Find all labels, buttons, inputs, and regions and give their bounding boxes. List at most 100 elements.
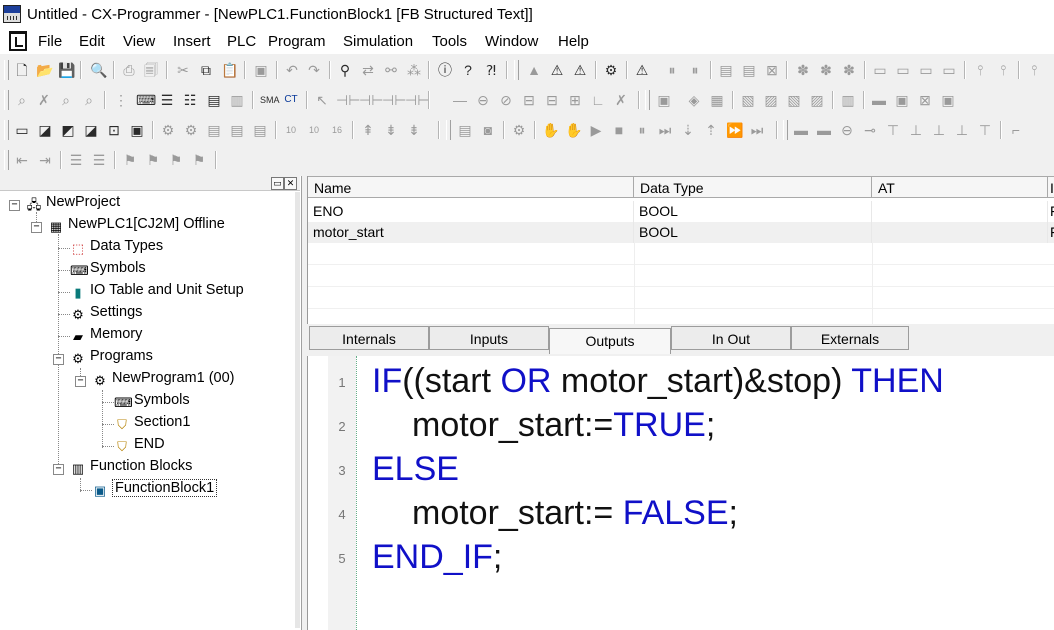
menu-window[interactable]: Window [485, 33, 538, 50]
redo-icon[interactable]: ↷ [306, 62, 322, 78]
new-icon[interactable]: 🗋 [14, 62, 30, 78]
toolbar-grip[interactable] [645, 90, 650, 110]
tree-item-end[interactable]: ⛉ END [114, 436, 165, 458]
select-icon[interactable]: ✗ [36, 92, 52, 108]
app-icon[interactable] [3, 5, 21, 23]
contact-no-icon[interactable]: ⊣⊢ [336, 92, 360, 108]
address-icon[interactable]: ⁂ [406, 62, 422, 78]
toolbar-grip[interactable] [4, 60, 9, 80]
vertical-line-icon[interactable]: ∟ [590, 92, 606, 108]
whats-this-icon[interactable]: ⁈ [483, 62, 499, 78]
column-header-data-type[interactable]: Data Type [634, 176, 872, 198]
menu-simulation[interactable]: Simulation [343, 33, 413, 50]
menu-program[interactable]: Program [268, 33, 326, 50]
monitor-icon[interactable]: ⚙ [603, 62, 619, 78]
replace-icon[interactable]: ⇄ [360, 62, 376, 78]
sfc-view-icon[interactable]: ⊡ [106, 122, 122, 138]
io-icon[interactable]: ⚠ [572, 62, 588, 78]
open-icon[interactable]: 📂 [36, 62, 53, 78]
zoom-16-icon[interactable]: 16 [329, 122, 345, 138]
zoom-16-icon[interactable]: 10 [306, 122, 322, 138]
function-icon[interactable]: ⊞ [567, 92, 583, 108]
tree-item-plc[interactable]: ▦ NewPLC1[CJ2M] Offline [48, 216, 225, 238]
settings-icon[interactable]: ▤ [252, 122, 268, 138]
step-out-icon[interactable]: ⇡ [703, 122, 719, 138]
force-off-icon[interactable]: ⇟ [383, 122, 399, 138]
uncomment-icon[interactable]: ☰ [91, 152, 107, 168]
step-icon[interactable]: ⏭ [657, 122, 673, 138]
copy-icon[interactable]: ⧉ [198, 62, 214, 78]
list-icon[interactable]: ☰ [159, 92, 175, 108]
table-row[interactable]: motor_start BOOL F [308, 222, 1054, 243]
toolbar-grip[interactable] [4, 90, 9, 110]
prev-bookmark-icon[interactable]: ⚑ [168, 152, 184, 168]
print-icon[interactable]: ⎙ [121, 62, 137, 78]
chart-view-icon[interactable]: ◪ [83, 122, 99, 138]
find-replace-icon[interactable]: ⚯ [383, 62, 399, 78]
st-view-icon[interactable]: ◩ [60, 122, 76, 138]
online-icon[interactable]: ⚙ [511, 122, 527, 138]
section-icon[interactable]: ▤ [206, 92, 222, 108]
document-window-icon[interactable] [9, 31, 27, 51]
fast-forward-icon[interactable]: ⏩ [726, 122, 743, 138]
indent-icon[interactable]: ⇤ [14, 152, 30, 168]
pointer-icon[interactable]: ↖ [314, 92, 330, 108]
zoom-16-icon[interactable]: 10 [283, 122, 299, 138]
help-icon[interactable]: ? [460, 62, 476, 78]
table-icon[interactable]: ☷ [182, 92, 198, 108]
table-row[interactable]: ENO BOOL F [308, 201, 1054, 222]
coil-not-icon[interactable]: ⊘ [498, 92, 514, 108]
menu-edit[interactable]: Edit [79, 33, 105, 50]
force-on-icon[interactable]: ⇞ [360, 122, 376, 138]
close-icon[interactable]: ✕ [284, 177, 297, 190]
contact-nc-icon[interactable]: ⊣⊢ [359, 92, 383, 108]
tab-externals[interactable]: Externals [791, 326, 909, 350]
step-in-icon[interactable]: ⇣ [680, 122, 696, 138]
menu-plc[interactable]: PLC [227, 33, 256, 50]
tree-item-project[interactable]: 🖧 NewProject [26, 194, 120, 216]
toolbar-grip[interactable] [4, 120, 9, 140]
pause-icon[interactable]: ⏸ [664, 62, 680, 78]
tree-item-function-blocks[interactable]: ▥ Function Blocks [70, 458, 193, 480]
tree-item-symbols[interactable]: ⌨Symbols [70, 260, 146, 282]
collapse-program-toggle[interactable]: − [75, 376, 86, 387]
memory-icon[interactable]: ⚙ [183, 122, 199, 138]
tree-item-memory[interactable]: ▰ Memory [70, 326, 142, 348]
column-header-init[interactable]: I [1048, 176, 1054, 198]
toolbar-grip[interactable] [783, 120, 788, 140]
restore-icon[interactable]: ▭ [271, 177, 284, 190]
tree-item-section1[interactable]: ⛉ Section1 [114, 414, 190, 436]
comment-icon[interactable]: ☰ [68, 152, 84, 168]
menu-help[interactable]: Help [558, 33, 589, 50]
collapse-plc-toggle[interactable]: − [31, 222, 42, 233]
ct-icon[interactable]: CT [283, 92, 299, 108]
toolbar-grip[interactable] [4, 150, 9, 170]
info-icon[interactable]: ⓘ [437, 62, 453, 78]
print-preview-icon[interactable]: 🔍 [90, 62, 107, 78]
tree-item-new-program[interactable]: ⚙ NewProgram1 (00) [92, 370, 234, 392]
tab-in-out[interactable]: In Out [671, 326, 791, 350]
tree-scrollbar[interactable] [295, 192, 300, 628]
find-icon[interactable]: ⚲ [337, 62, 353, 78]
tab-outputs[interactable]: Outputs [549, 328, 671, 354]
line-icon[interactable]: — [452, 92, 468, 108]
compare-icon[interactable]: ⏸ [687, 62, 703, 78]
outdent-icon[interactable]: ⇥ [37, 152, 53, 168]
collapse-root-toggle[interactable]: − [9, 200, 20, 211]
bookmark-icon[interactable]: ⚑ [122, 152, 138, 168]
transfer-icon[interactable]: ⇟ [406, 122, 422, 138]
io-table-icon[interactable]: ⚙ [160, 122, 176, 138]
clear-bookmark-icon[interactable]: ⚑ [191, 152, 207, 168]
zoom-icon[interactable]: ⌕ [14, 92, 30, 108]
tab-inputs[interactable]: Inputs [429, 326, 549, 350]
collapse-function-blocks-toggle[interactable]: − [53, 464, 64, 475]
tree-item-function-block1[interactable]: ▣ FunctionBlock1 [92, 479, 218, 502]
delete-icon[interactable]: ✗ [613, 92, 629, 108]
clipboard-icon[interactable]: ▣ [253, 62, 269, 78]
ladder-view-icon[interactable]: ▭ [14, 122, 30, 138]
settings-icon[interactable]: ▤ [206, 122, 222, 138]
cut-icon[interactable]: ✂ [175, 62, 191, 78]
collapse-programs-toggle[interactable]: − [53, 354, 64, 365]
tree-item-programs[interactable]: ⚙ Programs [70, 348, 153, 370]
coil-out-icon[interactable]: ⊟ [521, 92, 537, 108]
